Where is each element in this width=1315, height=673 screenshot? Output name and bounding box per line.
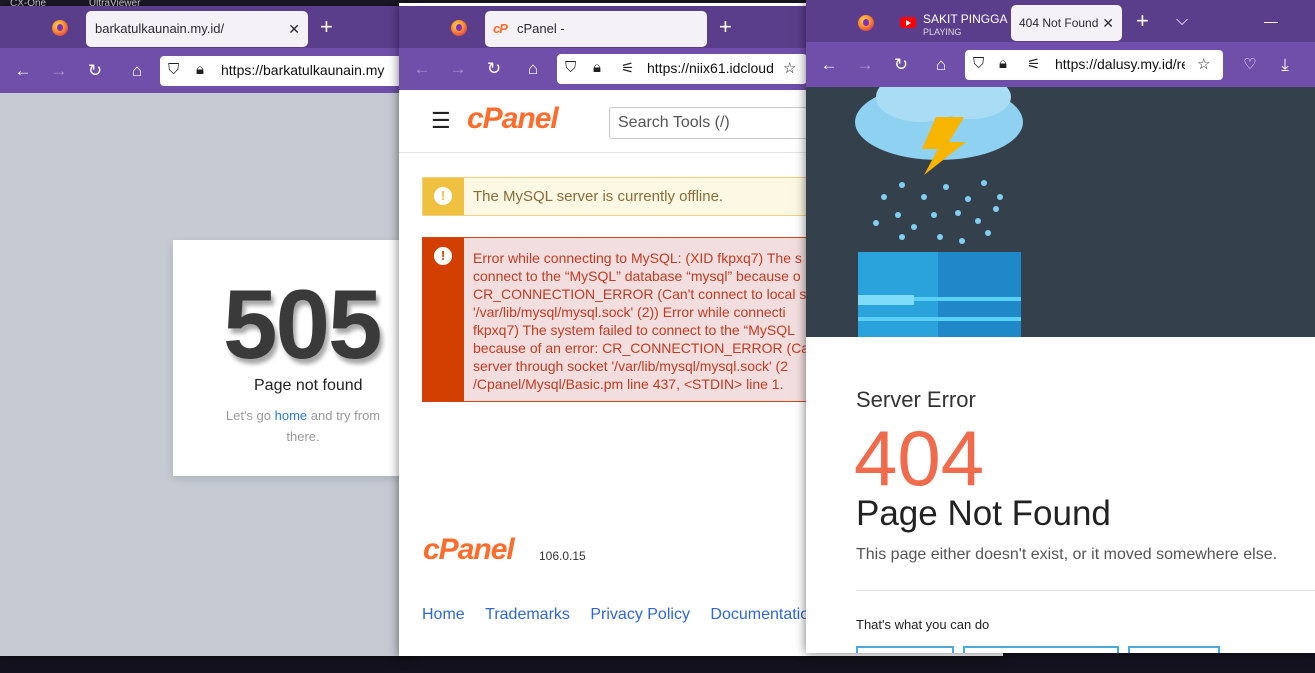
error-icon-box: ! [423,238,464,401]
minimize-icon[interactable]: — [1264,11,1278,31]
error-code: 404 [854,414,985,502]
message-text: Let's go [225,408,275,423]
nav-toolbar: ← → ↻ ⌂ ⛉ 🔒︎ https://barkatulkaunain.my [0,48,410,93]
list-tabs-icon[interactable]: ⌵ [1176,11,1188,31]
exclamation-icon: ! [434,187,452,205]
lock-icon[interactable]: 🔒︎ [196,61,204,78]
reload-icon[interactable]: ↻ [483,59,505,79]
browser-window-3: SAKIT PINGGA PLAYING 404 Not Found ✕ + ⌵… [806,0,1315,653]
close-tab-icon[interactable]: ✕ [1102,5,1114,41]
firefox-icon [52,20,68,36]
permissions-icon[interactable]: ⚟ [621,59,634,77]
download-icon[interactable]: ⤓ [1274,55,1296,75]
error-code: 505 [223,269,383,379]
forward-icon[interactable]: → [854,55,876,75]
tab-title: barkatulkaunain.my.id/ [95,21,225,36]
new-tab-icon[interactable]: + [1136,10,1149,32]
divider [856,590,1315,591]
new-tab-icon[interactable]: + [719,16,732,38]
footer-link-documentation[interactable]: Documentation [710,606,818,624]
close-tab-icon[interactable]: ✕ [288,11,300,47]
tab-active[interactable]: barkatulkaunain.my.id/ ✕ [86,11,308,47]
cpanel-favicon: cP [493,21,508,36]
forward-icon[interactable]: → [48,61,70,81]
url-text: https://niix61.idcloud [647,60,774,76]
nav-toolbar: ← → ↻ ⌂ ⛉ 🔒︎ ⚟ https://dalusy.my.id/re ☆… [806,42,1315,87]
url-text: https://dalusy.my.id/re [1055,56,1185,72]
tab-active[interactable]: 404 Not Found ✕ [1011,5,1122,41]
back-icon[interactable]: ← [818,55,840,75]
back-icon[interactable]: ← [12,61,34,81]
lock-warning-icon[interactable]: 🔒︎ [999,55,1007,72]
url-text: https://barkatulkaunain.my [221,62,385,78]
bookmark-star-icon[interactable]: ☆ [783,59,796,77]
cpanel-footer-logo: cPanel [423,533,515,566]
menu-icon[interactable]: ☰ [431,108,451,134]
error-card: 505 Page not found Let's go home and try… [173,240,433,476]
error-message: This page either doesn't exist, or it mo… [856,546,1278,563]
error-title: Page not found [254,377,363,394]
footer-link-home[interactable]: Home [422,606,465,624]
cpanel-logo[interactable]: cPanel [467,102,559,136]
home-icon[interactable]: ⌂ [126,61,148,81]
footer-links: Home Trademarks Privacy Policy Documenta… [422,606,834,624]
back-icon[interactable]: ← [411,59,433,79]
tab-active[interactable]: cP cPanel - [485,11,707,47]
new-tab-icon[interactable]: + [320,16,333,38]
permissions-icon[interactable]: ⚟ [1027,55,1040,73]
lock-icon[interactable]: 🔒︎ [593,59,601,76]
footer-link-trademarks[interactable]: Trademarks [485,606,570,624]
home-icon[interactable]: ⌂ [930,55,952,75]
warning-icon-box: ! [423,178,464,215]
action-button[interactable] [963,646,1119,653]
shield-icon[interactable]: ⛉ [168,61,179,78]
error-alert: ! Error while connecting to MySQL: (XID … [422,237,842,402]
media-tab-status: PLAYING [923,27,962,37]
url-bar[interactable]: ⛉ 🔒︎ https://barkatulkaunain.my [160,56,410,86]
pocket-icon[interactable]: ♡ [1239,55,1261,75]
forward-icon[interactable]: → [447,59,469,79]
warning-alert: ! The MySQL server is currently offline. [422,177,842,216]
reload-icon[interactable]: ↻ [890,55,912,75]
server-block [858,252,1021,337]
firefox-icon [858,15,874,31]
rain-drops [873,180,1003,244]
tab-strip: SAKIT PINGGA PLAYING 404 Not Found ✕ + ⌵… [806,0,1315,42]
home-icon[interactable]: ⌂ [522,59,544,79]
reload-icon[interactable]: ↻ [84,61,106,81]
tab-strip: barkatulkaunain.my.id/ ✕ + [0,6,410,48]
media-tab-title: SAKIT PINGGA [923,12,1008,26]
error-message: Let's go home and try from there. [213,405,393,447]
error-title: Page Not Found [856,494,1111,533]
shield-icon[interactable]: ⛉ [565,59,576,76]
exclamation-icon: ! [434,247,452,265]
action-button[interactable] [1128,646,1220,653]
firefox-icon [451,20,467,36]
url-bar[interactable]: ⛉ 🔒︎ ⚟ https://dalusy.my.id/re ☆ [965,50,1223,80]
tab-media[interactable]: SAKIT PINGGA PLAYING [900,5,1010,41]
actions-heading: That's what you can do [856,617,990,632]
tab-title: 404 Not Found [1019,16,1099,30]
server-error-heading: Server Error [856,387,976,412]
warning-text: The MySQL server is currently offline. [473,188,724,205]
error-text: Error while connecting to MySQL: (XID fk… [473,250,819,392]
action-button[interactable] [856,646,954,653]
storm-server-illustration [855,87,1023,337]
tab-title: cPanel - [517,21,565,36]
url-bar[interactable]: ⛉ 🔒︎ ⚟ https://niix61.idcloud ☆ [557,54,807,84]
bookmark-star-icon[interactable]: ☆ [1197,55,1210,73]
version-label: 106.0.15 [539,549,586,563]
youtube-icon [900,17,916,28]
hero-illustration [806,87,1315,337]
home-link[interactable]: home [275,408,308,423]
shield-icon[interactable]: ⛉ [973,55,984,72]
footer-link-privacy[interactable]: Privacy Policy [590,606,690,624]
